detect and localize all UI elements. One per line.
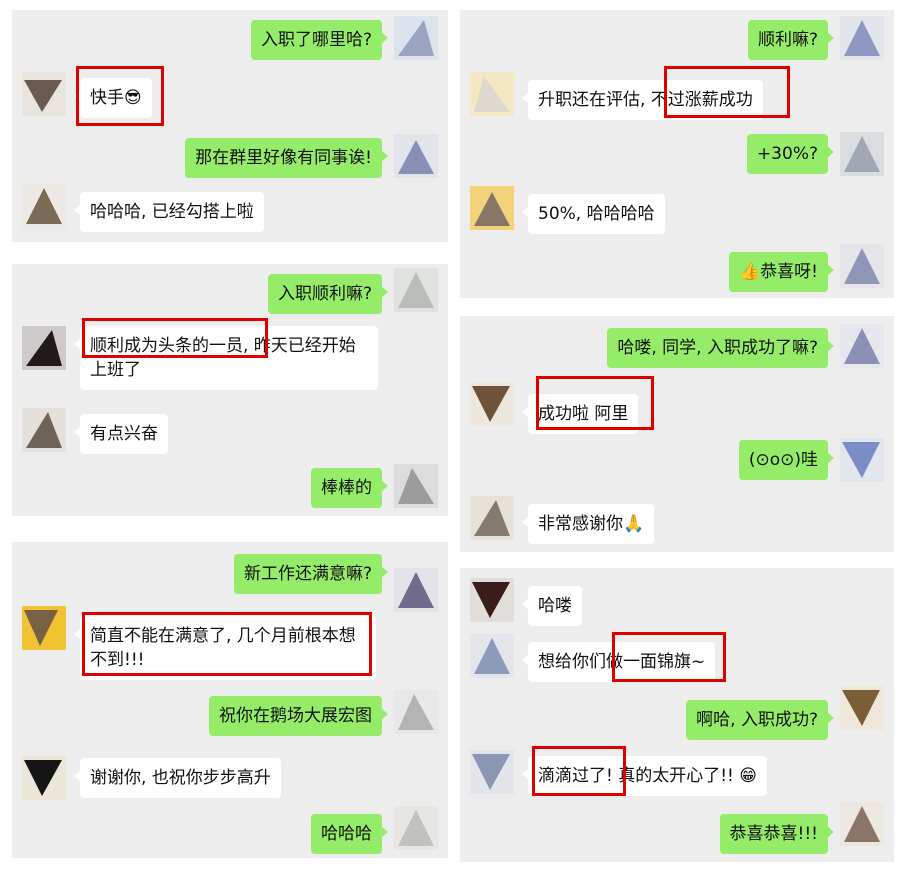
avatar[interactable]	[22, 184, 66, 228]
sent-message[interactable]: 啊哈, 入职成功?	[686, 700, 834, 740]
sent-message[interactable]: 哈喽, 同学, 入职成功了嘛?	[607, 328, 834, 368]
avatar[interactable]	[394, 568, 438, 612]
sent-message[interactable]: 顺利嘛?	[747, 20, 835, 60]
avatar[interactable]	[394, 134, 438, 178]
avatar[interactable]	[470, 750, 514, 794]
avatar[interactable]	[840, 16, 884, 60]
avatar[interactable]	[840, 324, 884, 368]
sent-message[interactable]: 那在群里好像有同事诶!	[185, 138, 388, 178]
received-message[interactable]: 快手😎	[74, 78, 152, 118]
sent-message[interactable]: 哈哈哈	[311, 814, 388, 854]
received-message[interactable]: 50%, 哈哈哈哈	[522, 194, 665, 234]
received-message[interactable]: 有点兴奋	[74, 414, 168, 454]
avatar[interactable]	[394, 464, 438, 508]
sent-message[interactable]: 恭喜恭喜!!!	[719, 814, 835, 854]
sent-message[interactable]: +30%?	[746, 134, 835, 174]
avatar[interactable]	[840, 686, 884, 730]
chat-panel-2: 入职顺利嘛? 顺利成为头条的一员, 昨天已经开始上班了 有点兴奋 棒棒的	[12, 264, 448, 516]
avatar[interactable]	[394, 268, 438, 312]
chat-panel-3: 新工作还满意嘛? 简直不能在满意了, 几个月前根本想不到!!! 祝你在鹅场大展宏…	[12, 542, 448, 858]
sent-message[interactable]: 入职了哪里哈?	[250, 20, 389, 60]
avatar[interactable]	[840, 438, 884, 482]
sent-message[interactable]: (⊙o⊙)哇	[738, 440, 835, 480]
avatar[interactable]	[394, 690, 438, 734]
received-message[interactable]: 成功啦 阿里	[521, 394, 639, 434]
sent-message[interactable]: 新工作还满意嘛?	[233, 554, 389, 594]
avatar[interactable]	[840, 132, 884, 176]
sent-message[interactable]: 入职顺利嘛?	[267, 274, 389, 314]
received-message[interactable]: 简直不能在满意了, 几个月前根本想不到!!!	[74, 616, 376, 680]
avatar[interactable]	[470, 578, 514, 622]
avatar[interactable]	[470, 496, 514, 540]
chat-panel-4: 顺利嘛? 升职还在评估, 不过涨薪成功 +30%? 50%, 哈哈哈哈 👍恭喜呀…	[460, 10, 894, 298]
sent-message[interactable]: 棒棒的	[311, 468, 388, 508]
avatar[interactable]	[470, 634, 514, 678]
received-message[interactable]: 哈哈哈, 已经勾搭上啦	[74, 192, 264, 232]
avatar[interactable]	[840, 802, 884, 846]
received-message[interactable]: 顺利成为头条的一员, 昨天已经开始上班了	[74, 326, 378, 390]
received-message[interactable]: 滴滴过了! 真的太开心了!! 😁	[522, 756, 767, 796]
chat-panel-5: 哈喽, 同学, 入职成功了嘛? 成功啦 阿里 (⊙o⊙)哇 非常感谢你🙏	[460, 316, 894, 552]
chat-panel-1: 入职了哪里哈? 快手😎 那在群里好像有同事诶! 哈哈哈, 已经勾搭上啦	[12, 10, 448, 242]
received-message[interactable]: 升职还在评估, 不过涨薪成功	[522, 80, 763, 120]
sent-message[interactable]: 祝你在鹅场大展宏图	[209, 696, 388, 736]
avatar[interactable]	[22, 72, 66, 116]
avatar[interactable]	[22, 756, 66, 800]
avatar[interactable]	[470, 186, 514, 230]
avatar[interactable]	[394, 16, 438, 60]
received-message[interactable]: 谢谢你, 也祝你步步高升	[74, 758, 281, 798]
avatar[interactable]	[840, 244, 884, 288]
received-message[interactable]: 非常感谢你🙏	[521, 504, 655, 544]
avatar[interactable]	[22, 326, 66, 370]
chat-panel-6: 哈喽 想给你们做一面锦旗~ 啊哈, 入职成功? 滴滴过了! 真的太开心了!! 😁…	[460, 568, 894, 862]
avatar[interactable]	[470, 72, 514, 116]
received-message[interactable]: 哈喽	[522, 586, 582, 626]
avatar[interactable]	[394, 806, 438, 850]
received-message[interactable]: 想给你们做一面锦旗~	[521, 642, 716, 682]
sent-message[interactable]: 👍恭喜呀!	[729, 252, 834, 292]
avatar[interactable]	[22, 606, 66, 650]
avatar[interactable]	[22, 408, 66, 452]
avatar[interactable]	[470, 382, 514, 426]
